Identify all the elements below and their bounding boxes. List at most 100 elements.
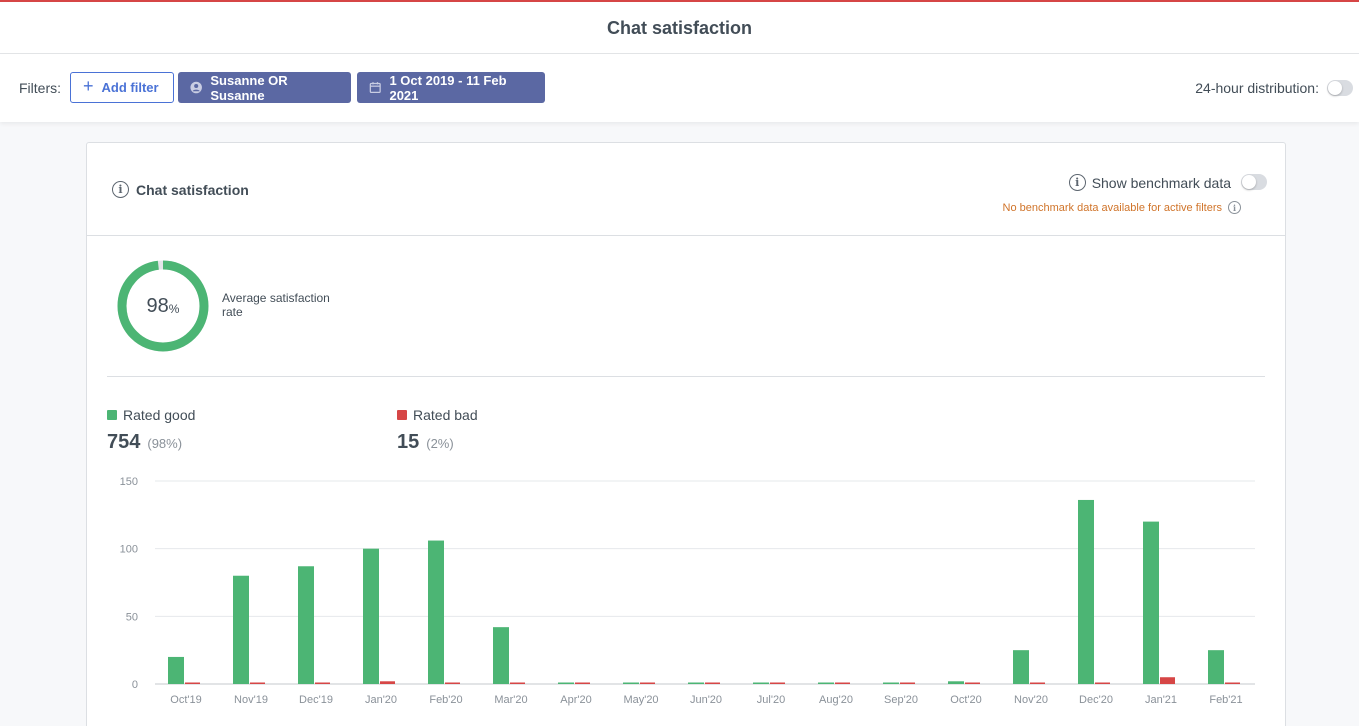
legend-good[interactable]: Rated good	[107, 407, 195, 423]
bar-rated-bad	[900, 682, 915, 684]
bar-rated-bad	[835, 682, 850, 684]
user-icon	[190, 81, 202, 94]
bar-rated-bad	[250, 682, 265, 684]
x-tick-label: Apr'20	[560, 694, 591, 706]
bar-rated-bad	[1160, 677, 1175, 684]
info-icon[interactable]: i	[1228, 201, 1241, 214]
bar-rated-bad	[510, 682, 525, 684]
bar-rated-good	[623, 682, 639, 684]
bar-rated-good	[1078, 499, 1094, 684]
x-tick-label: Oct'19	[170, 694, 201, 706]
bar-rated-good	[688, 682, 704, 684]
add-filter-label: Add filter	[101, 80, 159, 95]
date-range-label: 1 Oct 2019 - 11 Feb 2021	[389, 72, 507, 103]
good-label: Rated good	[123, 407, 196, 423]
add-filter-button[interactable]: + Add filter	[70, 72, 174, 103]
benchmark-note: No benchmark data available for active f…	[1002, 201, 1241, 214]
bar-rated-bad	[315, 682, 330, 684]
x-tick-label: Mar'20	[494, 694, 527, 706]
bar-rated-bad	[705, 682, 720, 684]
donut-value: 98%	[117, 260, 209, 352]
legend-bad[interactable]: Rated bad	[397, 407, 478, 423]
bar-rated-bad	[1030, 682, 1045, 684]
info-icon[interactable]: i	[1068, 174, 1086, 191]
bar-rated-good	[493, 627, 509, 684]
rate-unit: %	[168, 302, 180, 316]
x-tick-label: Nov'19	[234, 694, 268, 706]
bar-rated-good	[233, 575, 249, 684]
benchmark-toggle[interactable]	[1241, 174, 1267, 190]
bar-rated-bad	[1225, 682, 1240, 684]
x-tick-label: Sep'20	[884, 694, 918, 706]
x-tick-label: Jul'20	[757, 694, 785, 706]
satisfaction-card: i Chat satisfaction i Show benchmark dat…	[86, 142, 1286, 726]
good-pct: (98%)	[147, 436, 183, 451]
distribution-label: 24-hour distribution:	[1195, 80, 1319, 96]
x-tick-label: Jan'20	[365, 694, 397, 706]
top-bar: Chat satisfaction	[0, 0, 1359, 54]
satisfaction-bar-chart: 0 50 100 150 Oct'19 Nov'19 Dec'19 Jan'20 Feb'20 M…	[120, 476, 1255, 706]
bar-rated-good	[883, 682, 899, 684]
bar-rated-bad	[185, 682, 200, 684]
x-tick-label: Dec'19	[299, 694, 333, 706]
agent-filter-label: Susanne OR Susanne	[210, 72, 288, 103]
y-tick-label: 0	[132, 679, 138, 691]
x-tick-label: Aug'20	[819, 694, 853, 706]
bar-rated-bad	[640, 682, 655, 684]
agent-filter-chip[interactable]: Susanne OR Susanne	[178, 72, 351, 103]
benchmark-group: i Show benchmark data	[1068, 174, 1231, 191]
good-count: 754	[107, 431, 141, 453]
bar-rated-good	[558, 682, 574, 684]
x-tick-label: Feb'20	[429, 694, 462, 706]
bar-rated-bad	[575, 682, 590, 684]
info-icon[interactable]: i	[112, 181, 129, 198]
x-tick-label: Dec'20	[1079, 694, 1113, 706]
x-tick-label: Nov'20	[1014, 694, 1048, 706]
card-title: Chat satisfaction	[136, 181, 249, 198]
filter-bar: Filters: + Add filter Susanne OR Susanne…	[0, 54, 1359, 122]
y-tick-label: 150	[120, 476, 138, 488]
bar-rated-good	[1208, 650, 1224, 684]
bar-rated-good	[428, 540, 444, 684]
bar-rated-good	[818, 682, 834, 684]
card-header: i Chat satisfaction i Show benchmark dat…	[87, 143, 1285, 236]
distribution-toggle[interactable]	[1327, 80, 1353, 96]
date-range-chip[interactable]: 1 Oct 2019 - 11 Feb 2021	[357, 72, 545, 103]
bar-rated-bad	[770, 682, 785, 684]
bad-swatch	[397, 410, 407, 420]
bar-rated-good	[1143, 521, 1159, 684]
bar-rated-bad	[445, 682, 460, 684]
calendar-icon	[369, 82, 381, 94]
bar-rated-good	[298, 566, 314, 684]
page-title: Chat satisfaction	[606, 18, 753, 38]
bar-rated-bad	[380, 681, 395, 684]
bar-rated-good	[363, 548, 379, 684]
card-title-group: i Chat satisfaction	[112, 181, 249, 198]
bar-rated-good	[753, 682, 769, 684]
bar-rated-bad	[1095, 682, 1110, 684]
x-tick-label: May'20	[623, 694, 658, 706]
bar-rated-bad	[965, 682, 980, 684]
benchmark-label: Show benchmark data	[1091, 174, 1231, 191]
bar-rated-good	[948, 681, 964, 684]
rate-value: 98	[146, 294, 169, 317]
x-tick-label: Jun'20	[690, 694, 722, 706]
divider	[107, 376, 1265, 377]
bad-stat: 15 (2%)	[397, 431, 454, 454]
bad-count: 15	[397, 431, 420, 453]
plus-icon: +	[83, 76, 94, 96]
filters-label: Filters:	[19, 80, 61, 96]
x-tick-label: Feb'21	[1209, 694, 1242, 706]
y-tick-label: 100	[120, 544, 138, 556]
good-stat: 754 (98%)	[107, 431, 182, 454]
bad-pct: (2%)	[426, 436, 454, 451]
benchmark-note-text: No benchmark data available for active f…	[1002, 201, 1223, 214]
rate-label: Average satisfaction rate	[222, 291, 330, 319]
x-tick-label: Oct'20	[950, 694, 981, 706]
y-tick-label: 50	[126, 611, 138, 623]
bar-rated-good	[1013, 650, 1029, 684]
bad-label: Rated bad	[413, 407, 478, 423]
bar-rated-good	[168, 656, 184, 684]
good-swatch	[107, 410, 117, 420]
x-tick-label: Jan'21	[1145, 694, 1177, 706]
